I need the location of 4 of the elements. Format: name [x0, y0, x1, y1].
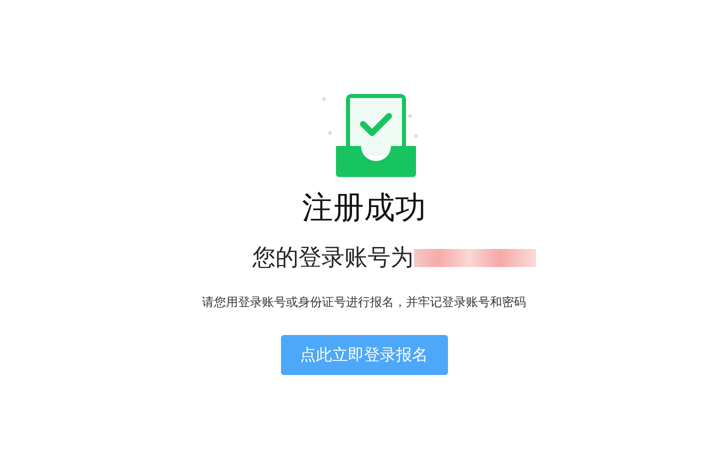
login-button[interactable]: 点此立即登录报名: [280, 335, 448, 375]
account-label: 您的登录账号为: [252, 244, 414, 273]
page-title: 注册成功: [302, 189, 426, 228]
instruction-text: 请您用登录账号或身份证号进行报名，并牢记登录账号和密码: [202, 294, 526, 311]
